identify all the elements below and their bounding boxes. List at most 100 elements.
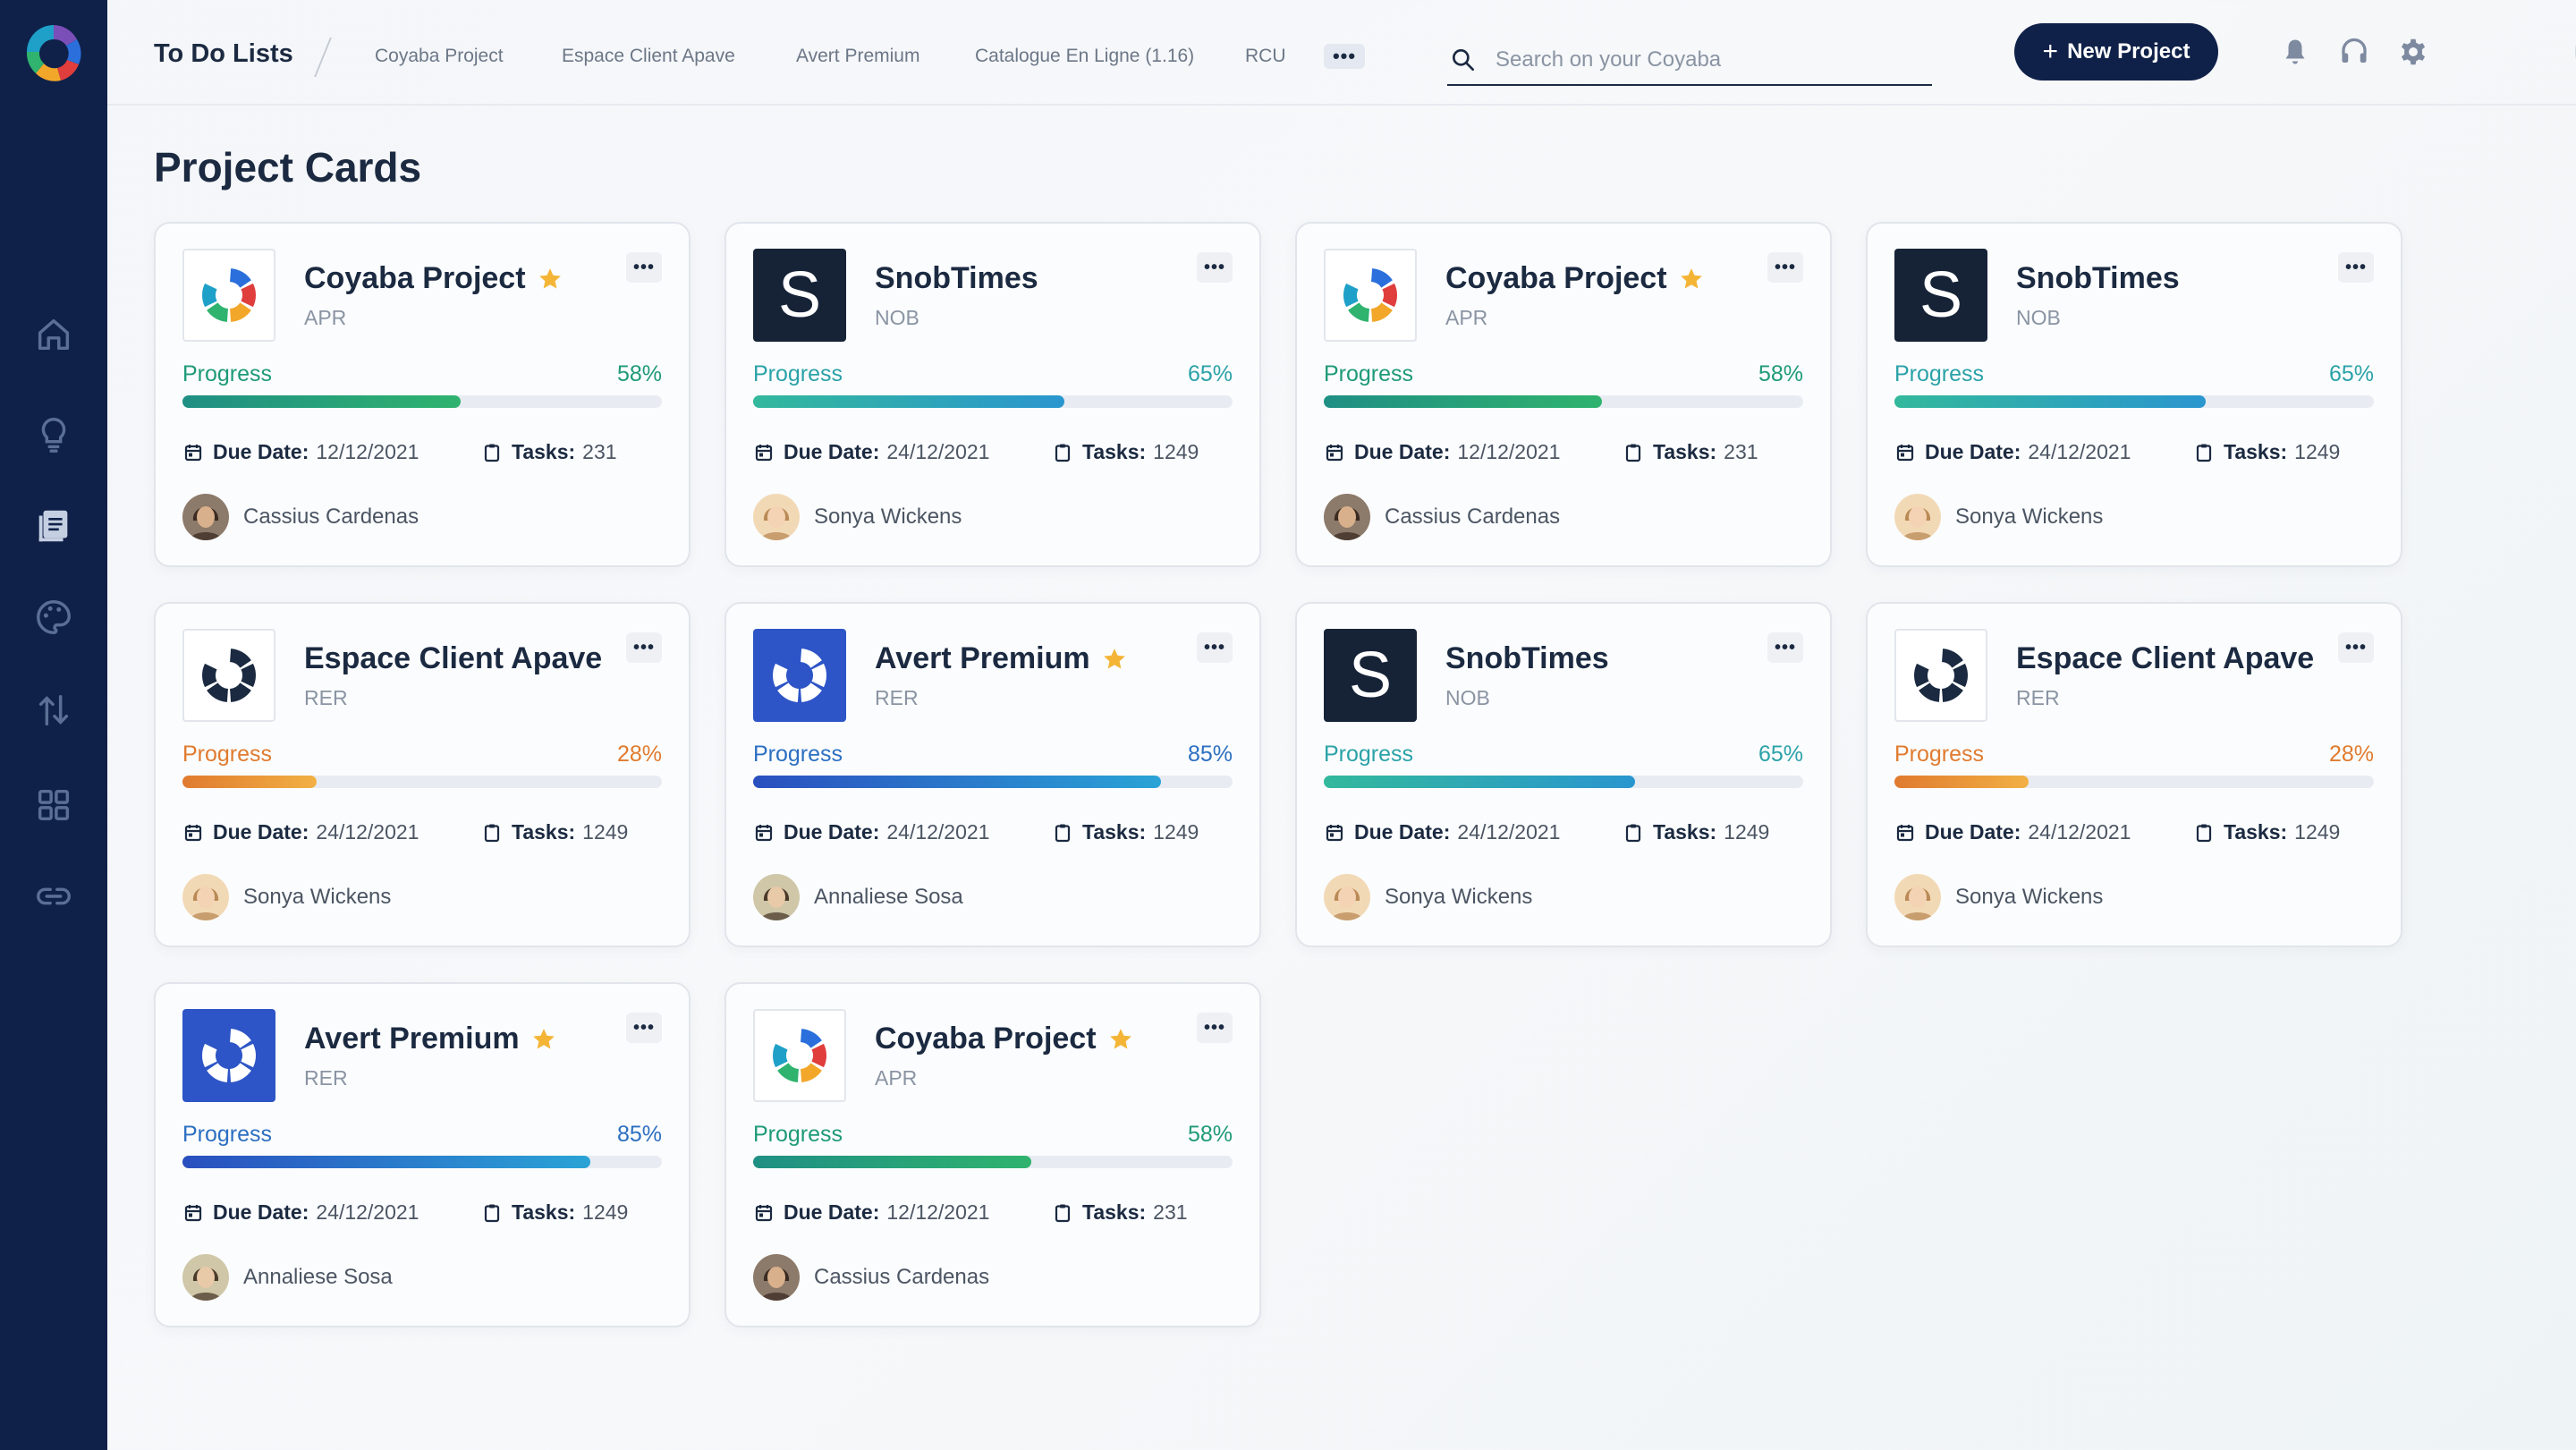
card-menu-button[interactable]: ••• — [626, 1013, 662, 1043]
project-name[interactable]: SnobTimes — [1445, 641, 1609, 676]
progress-fill — [1324, 395, 1602, 408]
project-code: APR — [1445, 306, 1488, 329]
card-menu-button[interactable]: ••• — [1767, 632, 1803, 663]
project-code: RER — [304, 1066, 348, 1090]
owner-name: Cassius Cardenas — [243, 505, 419, 529]
project-owner[interactable]: Sonya Wickens — [1894, 874, 2103, 920]
project-card[interactable]: S SnobTimes NOB ••• Progress 65% Due Dat… — [724, 222, 1261, 567]
tasks-label: Tasks: — [512, 440, 576, 463]
progress-label: Progress — [1324, 742, 1414, 767]
project-card[interactable]: Espace Client Apave RER ••• Progress 28%… — [154, 602, 691, 947]
tasks-label: Tasks: — [1082, 1200, 1147, 1224]
project-owner[interactable]: Sonya Wickens — [753, 494, 962, 540]
star-icon[interactable] — [1101, 646, 1128, 673]
tasks-value: 1249 — [2294, 820, 2341, 844]
project-name[interactable]: SnobTimes — [2016, 261, 2180, 296]
project-name[interactable]: Coyaba Project — [304, 261, 564, 296]
tasks-count: Tasks: 1249 — [2193, 820, 2340, 844]
star-icon[interactable] — [537, 266, 564, 293]
plus-icon: + — [2042, 37, 2059, 66]
project-card[interactable]: Coyaba Project APR ••• Progress 58% Due … — [154, 222, 691, 567]
progress-value: 65% — [2328, 361, 2374, 386]
project-name[interactable]: Avert Premium — [875, 641, 1128, 676]
search-input[interactable] — [1496, 47, 1916, 72]
project-card[interactable]: Coyaba Project APR ••• Progress 58% Due … — [1295, 222, 1832, 567]
progress-value: 65% — [1187, 361, 1233, 386]
sidebar-item-transfers[interactable] — [29, 685, 79, 735]
project-owner[interactable]: Sonya Wickens — [1324, 874, 1532, 920]
star-icon[interactable] — [1107, 1026, 1134, 1053]
avatar — [753, 494, 800, 540]
due-date: Due Date: 24/12/2021 — [753, 440, 989, 464]
due-date: Due Date: 24/12/2021 — [1894, 820, 2131, 844]
progress-value: 58% — [1187, 1122, 1233, 1147]
card-menu-button[interactable]: ••• — [2338, 252, 2374, 283]
star-icon[interactable] — [1678, 266, 1705, 293]
project-name[interactable]: Espace Client Apave — [2016, 641, 2314, 676]
project-owner[interactable]: Sonya Wickens — [182, 874, 391, 920]
section-title[interactable]: To Do Lists — [154, 39, 293, 69]
breadcrumb-espace-client-apave[interactable]: Espace Client Apave — [562, 46, 735, 67]
breadcrumb-catalogue-en-ligne[interactable]: Catalogue En Ligne (1.16) — [975, 46, 1194, 67]
project-name[interactable]: Coyaba Project — [1445, 261, 1705, 296]
project-owner[interactable]: Annaliese Sosa — [182, 1254, 393, 1301]
card-menu-button[interactable]: ••• — [1767, 252, 1803, 283]
clipboard-icon — [481, 442, 512, 463]
project-card[interactable]: S SnobTimes NOB ••• Progress 65% Due Dat… — [1295, 602, 1832, 947]
project-card[interactable]: Espace Client Apave RER ••• Progress 28%… — [1866, 602, 2402, 947]
progress-label: Progress — [1324, 361, 1414, 386]
star-icon[interactable] — [530, 1026, 557, 1053]
project-owner[interactable]: Sonya Wickens — [1894, 494, 2103, 540]
calendar-icon — [1894, 822, 1925, 844]
due-date: Due Date: 24/12/2021 — [1324, 820, 1560, 844]
card-menu-button[interactable]: ••• — [1197, 252, 1233, 283]
more-breadcrumbs-button[interactable]: ••• — [1324, 44, 1365, 69]
tasks-count: Tasks: 1249 — [481, 820, 628, 844]
owner-name: Cassius Cardenas — [1385, 505, 1561, 529]
settings-button[interactable] — [2394, 32, 2433, 72]
card-menu-button[interactable]: ••• — [626, 252, 662, 283]
notifications-button[interactable] — [2275, 32, 2315, 72]
card-menu-button[interactable]: ••• — [2338, 632, 2374, 663]
due-date-label: Due Date: — [213, 820, 309, 844]
calendar-icon — [182, 822, 213, 844]
sidebar-item-ideas[interactable] — [29, 410, 79, 460]
project-owner[interactable]: Cassius Cardenas — [182, 494, 419, 540]
due-date-value: 24/12/2021 — [886, 440, 990, 463]
project-name[interactable]: Coyaba Project — [875, 1022, 1134, 1056]
tasks-count: Tasks: 231 — [1052, 1200, 1188, 1225]
sidebar-item-apps[interactable] — [29, 780, 79, 830]
project-name-text: Coyaba Project — [875, 1022, 1097, 1056]
project-name[interactable]: SnobTimes — [875, 261, 1038, 296]
breadcrumb-coyaba-project[interactable]: Coyaba Project — [375, 46, 504, 67]
project-owner[interactable]: Cassius Cardenas — [1324, 494, 1560, 540]
progress-value: 28% — [616, 742, 662, 767]
headset-icon — [2342, 38, 2367, 63]
project-card[interactable]: Coyaba Project APR ••• Progress 58% Due … — [724, 982, 1261, 1327]
app-logo[interactable] — [23, 18, 84, 89]
breadcrumb-rcu[interactable]: RCU — [1245, 46, 1286, 67]
project-card[interactable]: Avert Premium RER ••• Progress 85% Due D… — [724, 602, 1261, 947]
support-button[interactable] — [2334, 32, 2374, 72]
sidebar-item-design[interactable] — [29, 592, 79, 642]
sidebar-item-links[interactable] — [29, 871, 79, 921]
progress-value: 85% — [616, 1122, 662, 1147]
new-project-button[interactable]: + New Project — [2014, 23, 2218, 81]
calendar-icon — [1894, 442, 1925, 463]
card-menu-button[interactable]: ••• — [1197, 1013, 1233, 1043]
project-owner[interactable]: Annaliese Sosa — [753, 874, 963, 920]
project-name[interactable]: Espace Client Apave — [304, 641, 602, 676]
project-card[interactable]: Avert Premium RER ••• Progress 85% Due D… — [154, 982, 691, 1327]
project-owner[interactable]: Cassius Cardenas — [753, 1254, 989, 1301]
card-menu-button[interactable]: ••• — [1197, 632, 1233, 663]
card-menu-button[interactable]: ••• — [626, 632, 662, 663]
project-name[interactable]: Avert Premium — [304, 1022, 557, 1056]
project-card[interactable]: S SnobTimes NOB ••• Progress 65% Due Dat… — [1866, 222, 2402, 567]
due-date-value: 24/12/2021 — [2028, 440, 2131, 463]
avatar — [753, 874, 800, 920]
sidebar-item-lists[interactable] — [29, 501, 79, 551]
sidebar-item-home[interactable] — [29, 310, 79, 360]
progress-fill — [182, 1156, 590, 1168]
tasks-value: 231 — [1153, 1200, 1188, 1224]
breadcrumb-avert-premium[interactable]: Avert Premium — [796, 46, 919, 67]
